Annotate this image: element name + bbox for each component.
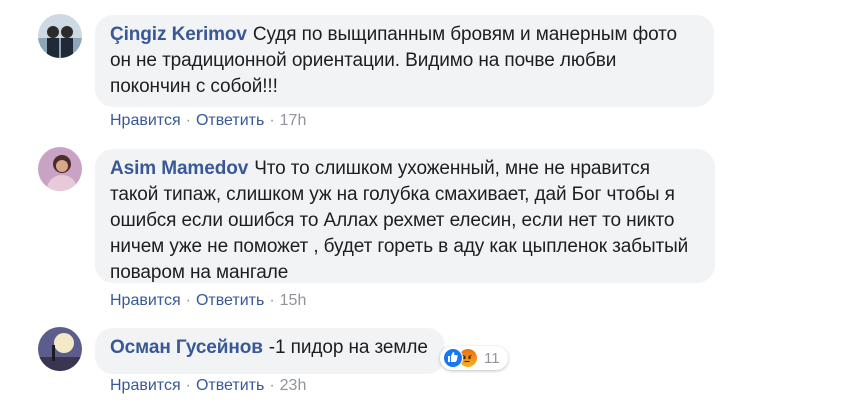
avatar[interactable] bbox=[38, 14, 82, 58]
like-icon bbox=[443, 348, 463, 368]
separator: · bbox=[269, 292, 275, 309]
comment-actions: Нравится · Ответить · 23h bbox=[110, 377, 306, 395]
like-link[interactable]: Нравится bbox=[110, 112, 181, 129]
separator: · bbox=[185, 112, 191, 129]
reply-link[interactable]: Ответить bbox=[196, 377, 264, 394]
comment-author[interactable]: Çingiz Kerimov bbox=[110, 24, 247, 45]
comment-actions: Нравится · Ответить · 17h bbox=[110, 112, 306, 130]
comment-time[interactable]: 23h bbox=[280, 377, 307, 394]
comment-time[interactable]: 17h bbox=[280, 112, 307, 129]
separator: · bbox=[269, 112, 275, 129]
avatar-image bbox=[38, 14, 82, 58]
comment-bubble: Çingiz Kerimov Судя по выщипанным бровям … bbox=[95, 15, 714, 107]
separator: · bbox=[185, 377, 191, 394]
comment-time[interactable]: 15h bbox=[280, 292, 307, 309]
separator: · bbox=[185, 292, 191, 309]
comment-feed: Çingiz Kerimov Судя по выщипанным бровям … bbox=[0, 0, 843, 405]
avatar[interactable] bbox=[38, 147, 82, 191]
like-link[interactable]: Нравится bbox=[110, 377, 181, 394]
avatar-image bbox=[38, 147, 82, 191]
comment-bubble: Осман Гусейнов -1 пидор на земле bbox=[95, 328, 445, 374]
avatar-image bbox=[38, 327, 82, 371]
comment-actions: Нравится · Ответить · 15h bbox=[110, 292, 306, 310]
comment-author[interactable]: Осман Гусейнов bbox=[110, 337, 263, 358]
separator: · bbox=[269, 377, 275, 394]
comment-bubble: Asim Mamedov Что то слишком ухоженный, мн… bbox=[95, 149, 715, 283]
reply-link[interactable]: Ответить bbox=[196, 112, 264, 129]
reaction-count: 11 bbox=[484, 349, 500, 367]
comment-text: -1 пидор на земле bbox=[268, 337, 428, 358]
avatar[interactable] bbox=[38, 327, 82, 371]
like-link[interactable]: Нравится bbox=[110, 292, 181, 309]
reactions-summary[interactable]: 11 bbox=[440, 346, 508, 370]
comment-author[interactable]: Asim Mamedov bbox=[110, 158, 248, 179]
reply-link[interactable]: Ответить bbox=[196, 292, 264, 309]
